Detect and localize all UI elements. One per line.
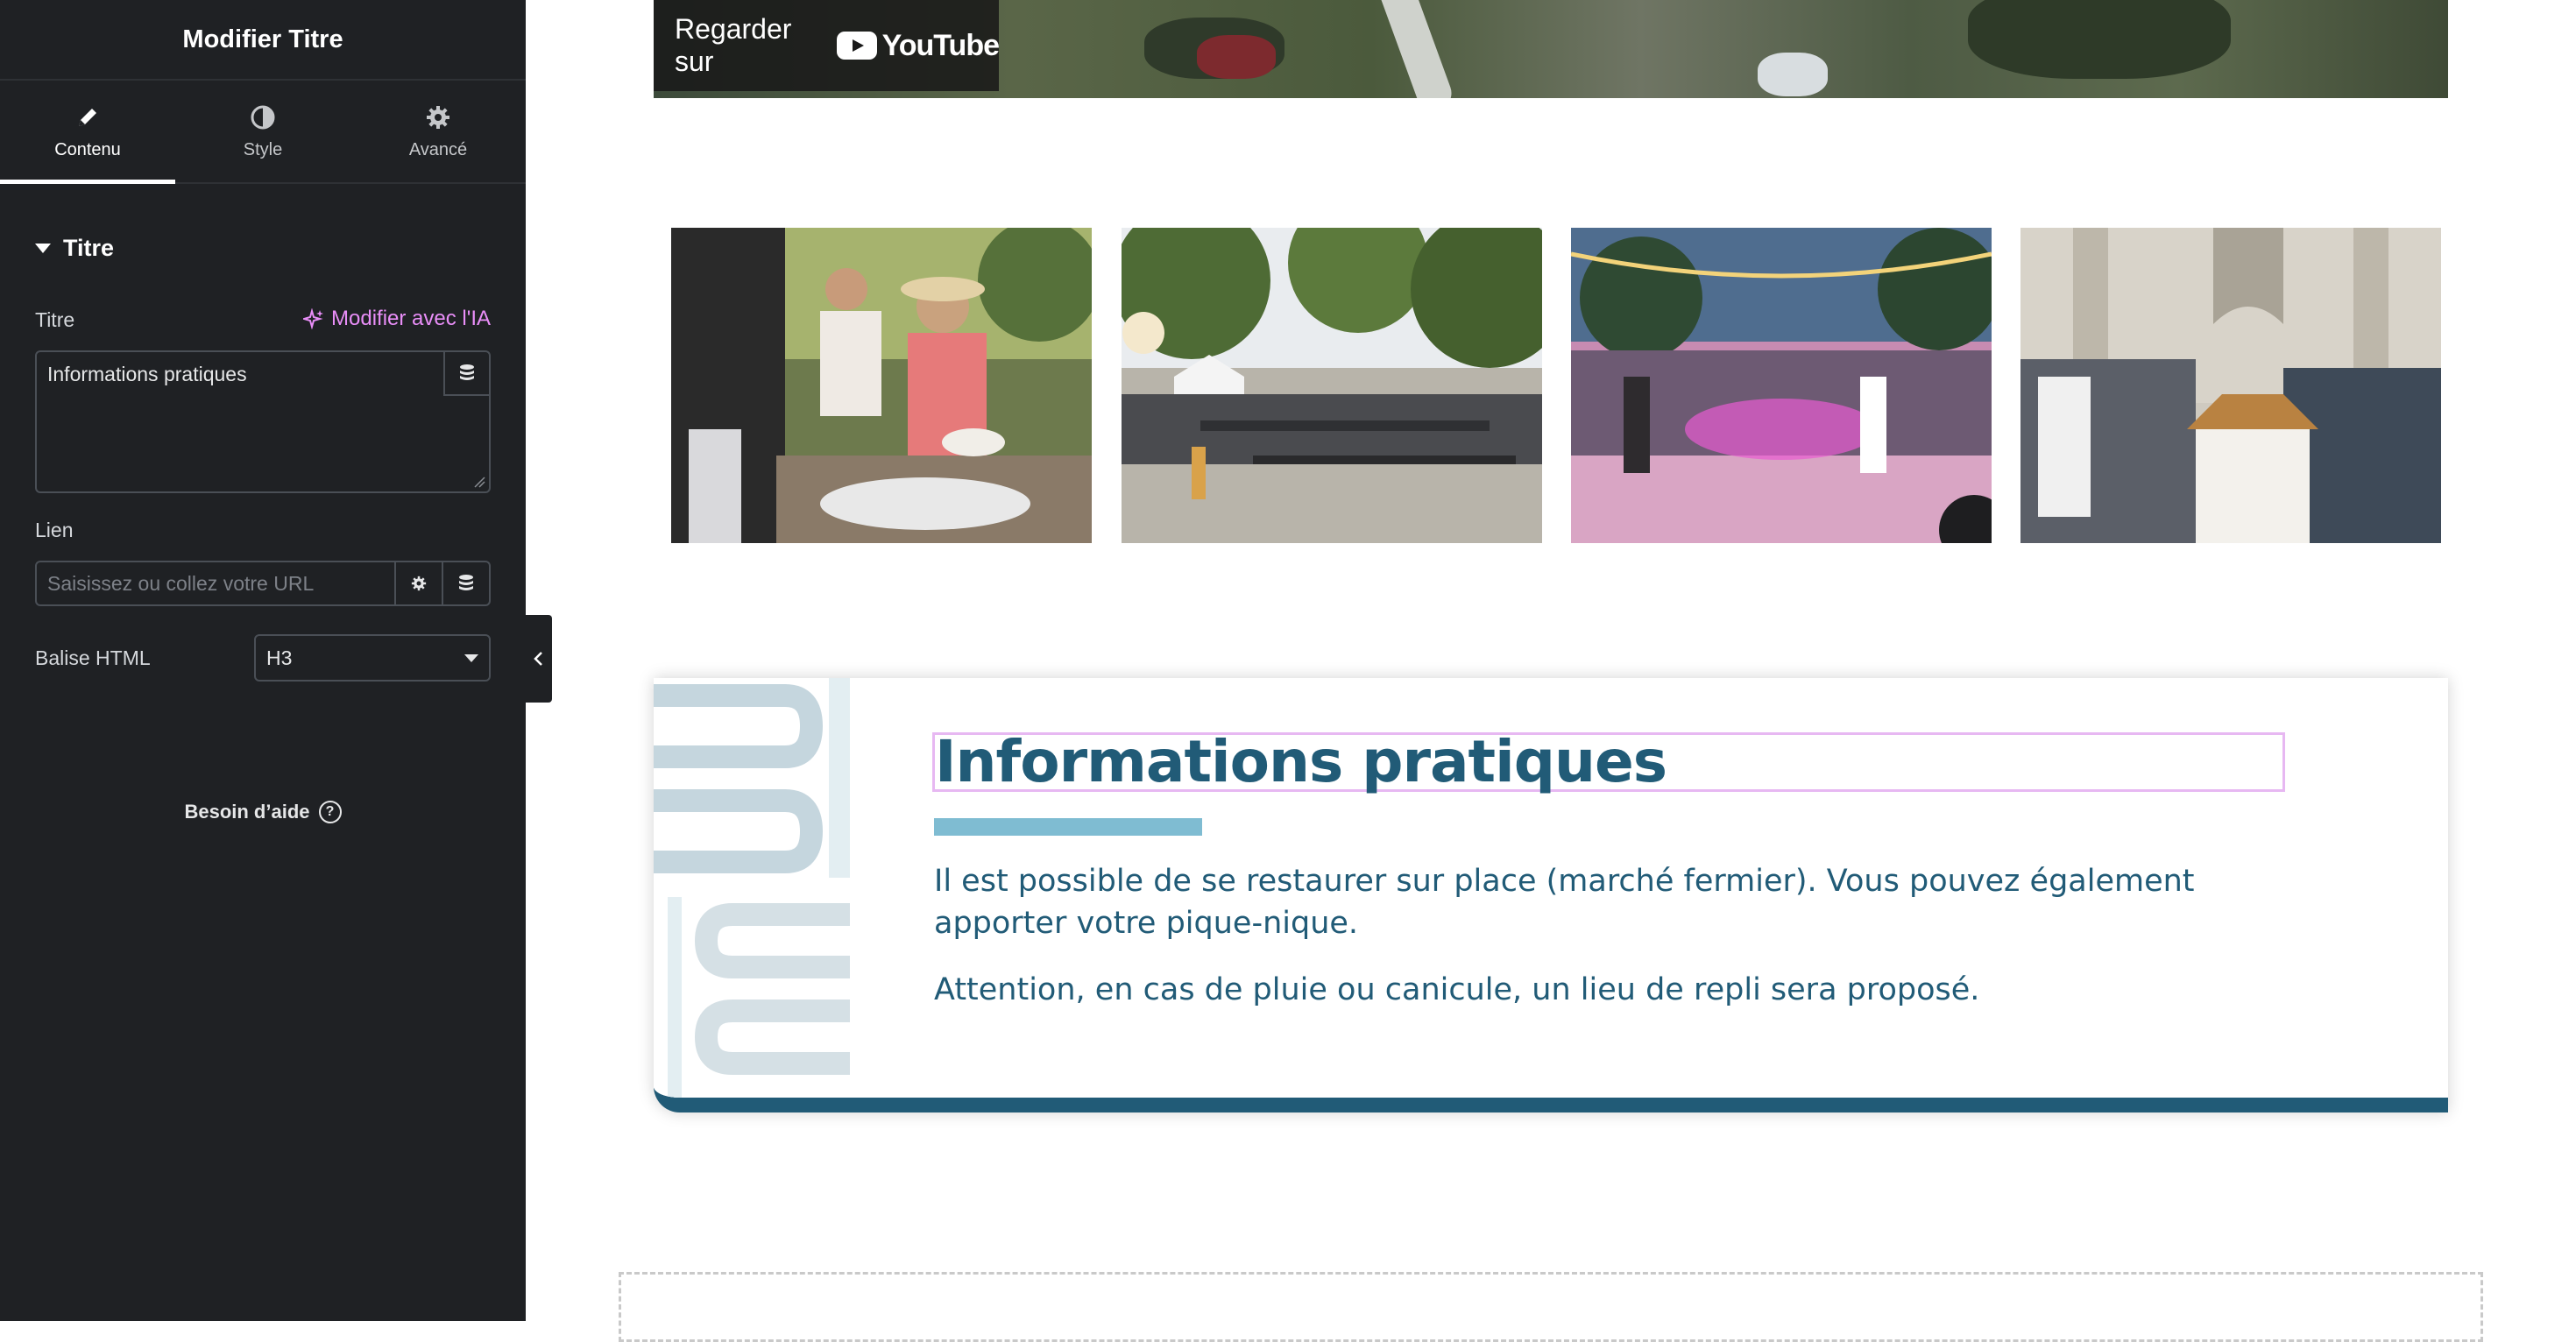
chevron-left-icon bbox=[534, 652, 542, 666]
database-icon bbox=[459, 575, 473, 590]
tab-contenu[interactable]: Contenu bbox=[0, 81, 175, 184]
info-card: Informations pratiques Il est possible d… bbox=[654, 678, 2448, 1112]
watch-on-youtube-button[interactable]: Regarder sur YouTube bbox=[654, 0, 1000, 91]
youtube-play-icon bbox=[836, 32, 877, 60]
question-icon: ? bbox=[318, 801, 342, 823]
editor-panel: Modifier Titre Contenu Style Avancé Titr… bbox=[0, 0, 526, 1321]
tab-avance[interactable]: Avancé bbox=[350, 81, 526, 182]
tab-style[interactable]: Style bbox=[175, 81, 350, 182]
panel-title: Modifier Titre bbox=[0, 0, 526, 81]
video-frame-shape bbox=[1197, 35, 1276, 79]
tab-label: Avancé bbox=[408, 139, 468, 159]
info-paragraph: Il est possible de se restaurer sur plac… bbox=[934, 864, 2195, 941]
info-card-heading[interactable]: Informations pratiques bbox=[932, 732, 2285, 792]
section-toggle-titre[interactable]: Titre bbox=[35, 235, 114, 262]
gallery-photo-dining[interactable] bbox=[1122, 228, 1542, 543]
gallery-photo-church[interactable] bbox=[2020, 228, 2441, 543]
resize-handle-icon[interactable] bbox=[473, 476, 485, 488]
add-section-dropzone[interactable] bbox=[619, 1272, 2483, 1342]
link-options-button[interactable] bbox=[394, 562, 442, 604]
photo-dining-image bbox=[1122, 228, 1542, 543]
edit-with-ai-link[interactable]: Modifier avec l'IA bbox=[303, 307, 491, 331]
link-field-label: Lien bbox=[35, 519, 74, 541]
panel-tabs: Contenu Style Avancé bbox=[0, 81, 526, 184]
html-tag-select[interactable]: H3 bbox=[254, 634, 491, 682]
collapse-panel-button[interactable] bbox=[526, 615, 552, 703]
chevron-down-icon bbox=[464, 653, 478, 662]
title-textarea-value: Informations pratiques bbox=[47, 363, 247, 385]
gear-icon bbox=[427, 105, 449, 129]
help-label: Besoin d’aide bbox=[184, 801, 310, 823]
sparkle-icon bbox=[303, 308, 324, 329]
tab-label: Style bbox=[243, 139, 283, 159]
video-frame-shape bbox=[1758, 53, 1828, 96]
html-tag-label: Balise HTML bbox=[35, 646, 151, 669]
gallery-photo-dance[interactable] bbox=[1571, 228, 1992, 543]
info-paragraph: Attention, en cas de pluie ou canicule, … bbox=[934, 972, 1980, 1007]
url-input[interactable]: Saisissez ou collez votre URL bbox=[35, 561, 491, 606]
youtube-wordmark: YouTube bbox=[881, 28, 1000, 62]
pencil-icon bbox=[79, 108, 96, 126]
link-dynamic-tags-button[interactable] bbox=[442, 562, 489, 604]
caret-down-icon bbox=[35, 244, 51, 253]
youtube-logo: YouTube bbox=[836, 28, 1000, 63]
html-tag-value: H3 bbox=[266, 646, 293, 669]
heading-underline-bar bbox=[934, 818, 1202, 836]
decorative-pattern bbox=[654, 678, 850, 1098]
photo-dance-image bbox=[1571, 228, 1992, 543]
photo-church-image bbox=[2020, 228, 2441, 543]
photo-market-image bbox=[671, 228, 1092, 543]
watch-label: Regarder sur bbox=[675, 13, 792, 77]
dynamic-tags-button[interactable] bbox=[443, 352, 489, 396]
tab-label: Contenu bbox=[54, 139, 121, 159]
video-frame-shape bbox=[1968, 0, 2231, 79]
video-frame-shape bbox=[1375, 0, 1457, 98]
url-placeholder: Saisissez ou collez votre URL bbox=[47, 572, 315, 595]
help-link[interactable]: Besoin d’aide ? bbox=[0, 801, 526, 823]
database-icon bbox=[460, 364, 474, 380]
contrast-icon bbox=[251, 105, 275, 129]
title-field-label: Titre bbox=[35, 308, 75, 331]
video-embed[interactable]: Regarder sur YouTube bbox=[654, 0, 2448, 98]
gear-icon bbox=[411, 576, 427, 591]
ai-link-label: Modifier avec l'IA bbox=[331, 307, 491, 330]
title-textarea[interactable]: Informations pratiques bbox=[35, 350, 491, 493]
gallery-photo-market[interactable] bbox=[671, 228, 1092, 543]
section-title: Titre bbox=[63, 235, 115, 261]
